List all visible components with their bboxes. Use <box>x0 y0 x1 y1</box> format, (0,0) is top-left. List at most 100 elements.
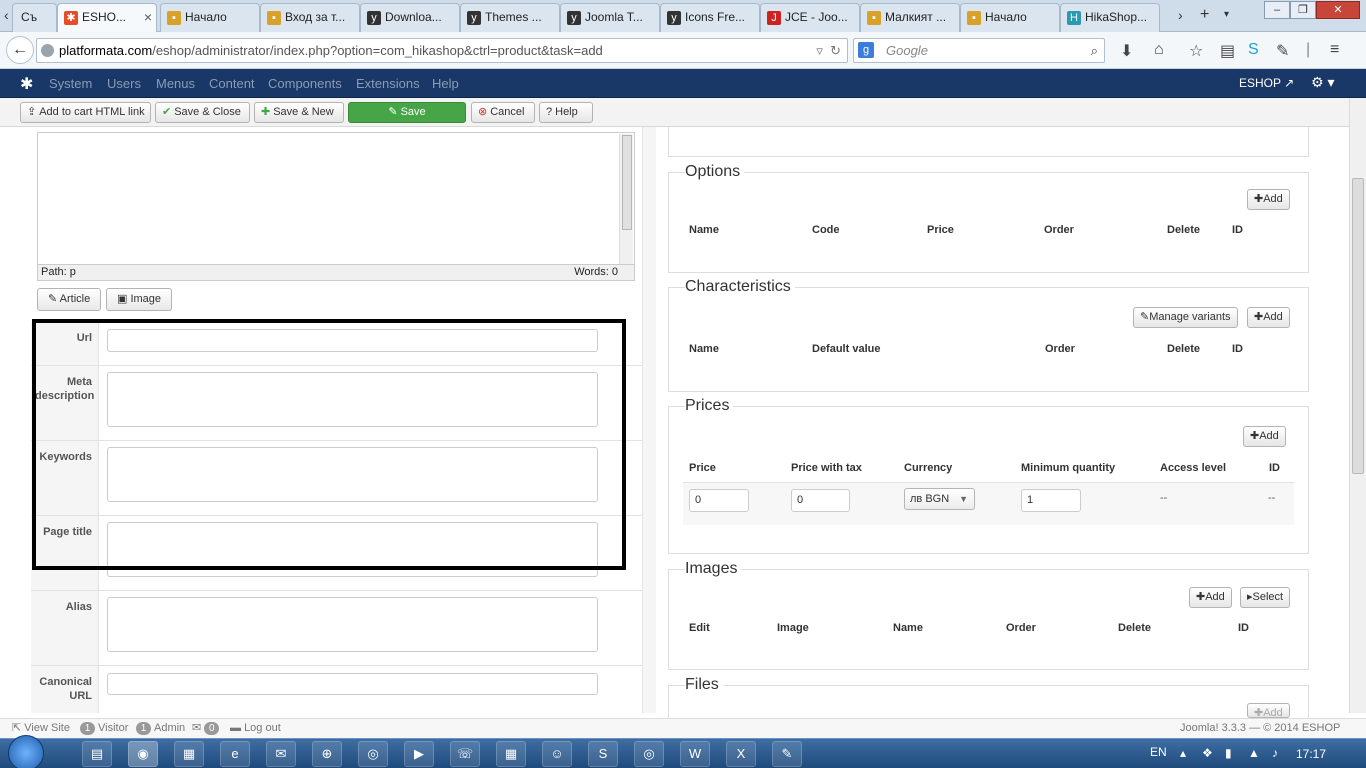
scrollbar-thumb[interactable] <box>1352 178 1364 474</box>
options-add-button[interactable]: ✚Add <box>1247 189 1290 210</box>
page-scrollbar[interactable] <box>1349 98 1366 713</box>
reload-icon[interactable]: ▿ ↻ <box>816 39 841 62</box>
save-button[interactable]: ✎ Save <box>348 102 466 123</box>
images-add-button[interactable]: ✚Add <box>1189 587 1232 608</box>
extension-icon[interactable]: ✎ <box>1276 41 1289 61</box>
images-select-button[interactable]: ▸Select <box>1240 587 1291 608</box>
manage-variants-button[interactable]: ✎Manage variants <box>1133 307 1238 328</box>
skype-icon[interactable]: S <box>1248 41 1259 59</box>
menu-components[interactable]: Components <box>268 76 342 91</box>
tab-scroll-left-icon[interactable]: ‹ <box>4 6 9 24</box>
canonical-url-input[interactable] <box>107 673 598 695</box>
bookmarks-list-icon[interactable]: ▤ <box>1220 41 1235 61</box>
windows-start-icon[interactable] <box>8 735 44 768</box>
browser-tab[interactable]: J JCE - Joo... <box>760 3 860 32</box>
price-with-tax-input[interactable]: 0 <box>791 489 850 512</box>
restore-icon[interactable]: ❐ <box>1290 1 1316 19</box>
menu-users[interactable]: Users <box>107 76 141 91</box>
search-input[interactable]: g Google ⌕ <box>853 38 1105 63</box>
save-new-button[interactable]: ✚ Save & New <box>254 102 344 123</box>
cancel-button[interactable]: ⊗ Cancel <box>471 102 535 123</box>
bookmark-star-icon[interactable]: ☆ <box>1189 41 1203 61</box>
outlook-icon[interactable]: ✉ <box>266 741 296 767</box>
notepad-icon[interactable]: ▦ <box>174 741 204 767</box>
home-icon[interactable]: ⌂ <box>1154 41 1164 59</box>
browser-tab[interactable]: y Icons Fre... <box>660 3 760 32</box>
browser-tab[interactable]: ▪ Начало <box>960 3 1060 32</box>
minimum-quantity-input[interactable]: 1 <box>1021 489 1081 512</box>
joomla-logo-icon[interactable]: ✱ <box>20 74 33 94</box>
left-panel-scrollbar[interactable] <box>642 127 656 713</box>
view-site-link[interactable]: ESHOP ↗ <box>1239 76 1294 90</box>
messages-status[interactable]: ✉ 0 <box>192 719 222 738</box>
menu-content[interactable]: Content <box>209 76 255 91</box>
calculator-icon[interactable]: ▦ <box>496 741 526 767</box>
url-input[interactable] <box>107 329 598 352</box>
menu-menus[interactable]: Menus <box>156 76 195 91</box>
search-icon[interactable]: ⌕ <box>1091 39 1098 62</box>
paint-icon[interactable]: ✎ <box>772 741 802 767</box>
network-icon[interactable]: ⊕ <box>312 741 342 767</box>
price-input[interactable]: 0 <box>689 489 749 512</box>
files-add-button[interactable]: ✚Add <box>1247 703 1290 718</box>
insert-image-button[interactable]: ▣ Image <box>106 288 173 311</box>
access-level-value[interactable]: -- <box>1160 492 1167 504</box>
menu-extensions[interactable]: Extensions <box>356 76 420 91</box>
browser-tab[interactable]: Съ <box>12 3 57 32</box>
tab-list-icon[interactable]: ▾ <box>1224 6 1229 24</box>
editor-scrollbar[interactable] <box>619 134 633 264</box>
window-close-icon[interactable]: ✕ <box>1316 1 1360 19</box>
back-icon[interactable]: ← <box>6 36 34 64</box>
dropbox-icon[interactable]: ❖ <box>1202 746 1213 760</box>
browser-tab[interactable]: y Themes ... <box>460 3 560 32</box>
add-to-cart-html-button[interactable]: ⇪ Add to cart HTML link <box>20 102 151 123</box>
messenger-icon[interactable]: ☺ <box>542 741 572 767</box>
prices-add-button[interactable]: ✚Add <box>1243 426 1286 447</box>
explorer-icon[interactable]: ▤ <box>82 741 112 767</box>
characteristics-add-button[interactable]: ✚Add <box>1247 307 1290 328</box>
drive-icon[interactable]: ▲ <box>1248 746 1260 760</box>
media-player-icon[interactable]: ▶ <box>404 741 434 767</box>
browser-tab-active[interactable]: ✱ ESHO... × <box>57 3 157 32</box>
address-bar[interactable]: platformata.com/eshop/administrator/inde… <box>36 38 848 63</box>
tab-scroll-right-icon[interactable]: › <box>1178 6 1183 24</box>
viber-icon[interactable]: ☏ <box>450 741 480 767</box>
gear-icon[interactable]: ⚙ ▾ <box>1311 74 1334 91</box>
save-close-button[interactable]: ✔ Save & Close <box>155 102 250 123</box>
word-icon[interactable]: W <box>680 741 710 767</box>
insert-article-button[interactable]: ✎ Article <box>37 288 102 311</box>
minimize-icon[interactable]: – <box>1264 1 1290 19</box>
logout-link[interactable]: ▬ Log out <box>230 719 281 738</box>
new-tab-icon[interactable]: + <box>1200 6 1209 24</box>
meta-description-input[interactable] <box>107 372 598 427</box>
browser-tab[interactable]: ▪ Малкият ... <box>860 3 960 32</box>
language-indicator[interactable]: EN <box>1150 745 1167 759</box>
firefox-icon[interactable]: ◉ <box>128 741 158 767</box>
download-icon[interactable]: ⬇ <box>1120 41 1133 61</box>
alias-input[interactable] <box>107 597 598 652</box>
excel-icon[interactable]: X <box>726 741 756 767</box>
close-icon[interactable]: × <box>144 4 152 31</box>
page-title-input[interactable] <box>107 522 598 577</box>
menu-system[interactable]: System <box>49 76 92 91</box>
menu-icon[interactable]: ≡ <box>1330 41 1339 59</box>
skype-icon[interactable]: S <box>588 741 618 767</box>
chrome-icon[interactable]: ◎ <box>358 741 388 767</box>
browser-tab[interactable]: y Downloa... <box>360 3 460 32</box>
browser-tab[interactable]: ▪ Вход за т... <box>260 3 360 32</box>
chrome-icon[interactable]: ◎ <box>634 741 664 767</box>
ie-icon[interactable]: e <box>220 741 250 767</box>
keywords-input[interactable] <box>107 447 598 502</box>
page-title-label: Page title <box>31 516 99 590</box>
currency-select[interactable]: лв BGN ▼ <box>904 488 975 510</box>
browser-tab[interactable]: y Joomla T... <box>560 3 660 32</box>
browser-tab[interactable]: H HikaShop... <box>1060 3 1160 32</box>
volume-icon[interactable]: ♪ <box>1272 746 1278 760</box>
site-link-label: ESHOP <box>1239 76 1281 90</box>
browser-tab[interactable]: ▪ Начало <box>160 3 260 32</box>
help-button[interactable]: ? Help <box>539 102 593 123</box>
scrollbar-thumb[interactable] <box>622 135 632 230</box>
description-editor[interactable] <box>37 132 635 265</box>
tray-arrow-icon[interactable]: ▴ <box>1180 746 1186 760</box>
menu-help[interactable]: Help <box>432 76 459 91</box>
